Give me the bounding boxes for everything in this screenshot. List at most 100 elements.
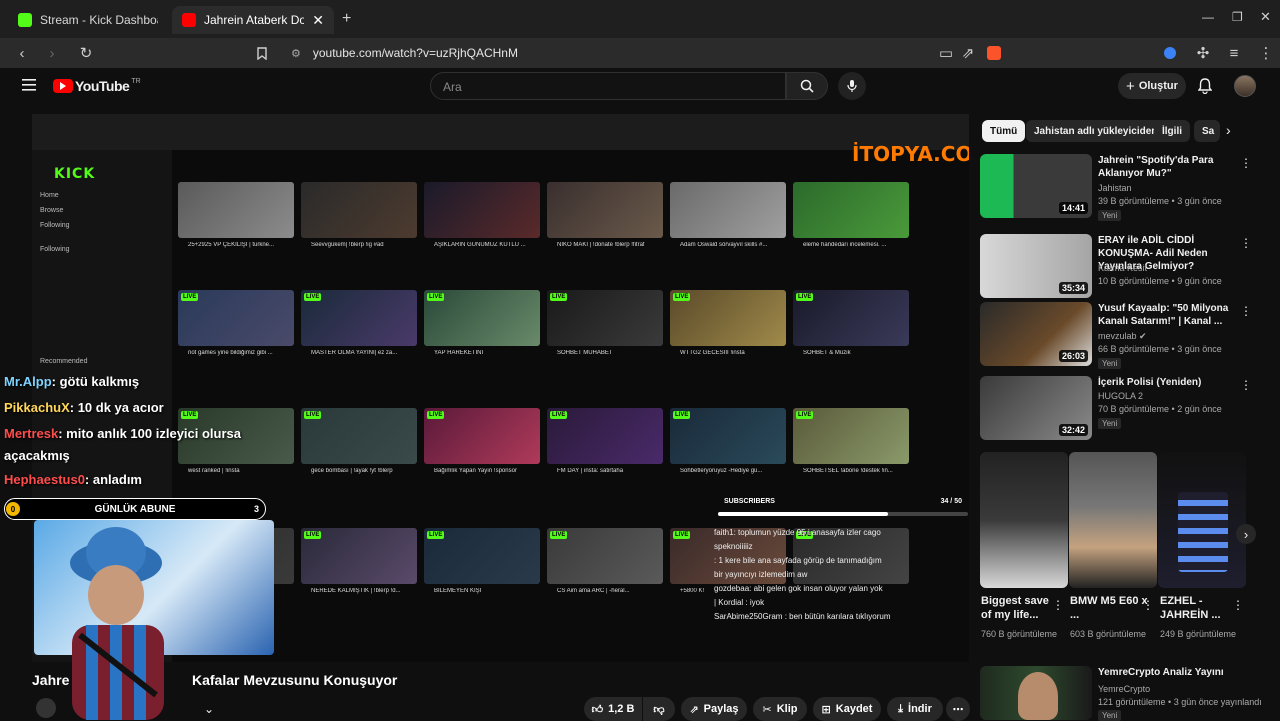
youtube-logo[interactable]: YouTube TR	[53, 78, 141, 94]
stream-card-title[interactable]: BİLEMEYEN KİŞİ	[434, 588, 544, 594]
stream-thumbnail[interactable]: LIVE	[424, 528, 540, 584]
short-menu-icon[interactable]: ⋮	[1142, 598, 1154, 612]
clip-button[interactable]: ✂ Klip	[753, 697, 807, 721]
notifications-icon[interactable]	[1198, 78, 1212, 94]
brave-shield-icon[interactable]	[984, 43, 1004, 63]
short-thumbnail[interactable]	[1158, 452, 1246, 588]
recommendation-menu-icon[interactable]: ⋮	[1240, 236, 1252, 250]
hamburger-menu-icon[interactable]	[22, 79, 36, 91]
stream-card-title[interactable]: SOHBET MUHABET	[557, 350, 667, 356]
minimize-icon[interactable]: —	[1202, 10, 1214, 24]
forward-icon[interactable]: ›	[42, 43, 62, 63]
stream-card-title[interactable]: gece bombası | !ayak !yt !blerp	[311, 468, 421, 474]
recommendation-thumbnail[interactable]: 32:42	[980, 376, 1092, 440]
stream-thumbnail[interactable]: LIVE	[424, 290, 540, 346]
recommendation-title[interactable]: Yusuf Kayaalp: "50 Milyona Kanalı Satarı…	[1098, 302, 1238, 328]
share-page-icon[interactable]: ⇗	[958, 43, 978, 63]
extension-icon[interactable]	[1160, 43, 1180, 63]
like-button[interactable]: 👍︎ 1,2 B	[584, 697, 642, 721]
stream-card-title[interactable]: Adam Oswald sörvayvıl skills #...	[680, 242, 790, 248]
stream-thumbnail[interactable]	[424, 182, 540, 238]
short-menu-icon[interactable]: ⋮	[1232, 598, 1244, 612]
stream-card-title[interactable]: SOHBET & Müzik	[803, 350, 913, 356]
stream-card-title[interactable]: riot games yine bildiğimiz gibi ...	[188, 350, 298, 356]
bookmark-icon[interactable]	[252, 43, 272, 63]
restore-icon[interactable]: ❐	[1232, 10, 1243, 24]
stream-card-title[interactable]: Seevvgükem| !blerp !ig #ad	[311, 242, 421, 248]
stream-thumbnail[interactable]	[793, 182, 909, 238]
close-tab-icon[interactable]: ✕	[312, 12, 324, 29]
short-menu-icon[interactable]: ⋮	[1052, 598, 1064, 612]
more-actions-button[interactable]: ⋯	[946, 697, 970, 721]
short-title[interactable]: BMW M5 E60 x ...	[1070, 594, 1150, 622]
stream-card-title[interactable]: west ranked | !insta	[188, 468, 298, 474]
stream-card-title[interactable]: CS Aim ama ARC | -heral...	[557, 588, 667, 594]
recommendation-channel[interactable]: Jahistan	[1098, 183, 1132, 193]
recommendation-thumbnail[interactable]: 26:03	[980, 302, 1092, 366]
recommendation-channel[interactable]: Karma Kesit	[1098, 263, 1147, 273]
recommendation-menu-icon[interactable]: ⋮	[1240, 156, 1252, 170]
recommendation-item[interactable]: 32:42 İçerik Polisi (Yeniden) HUGOLA 2 70 B…	[980, 376, 1252, 442]
recommendation-thumbnail[interactable]	[980, 666, 1092, 720]
stream-card-title[interactable]: Sohbetleryoruyuz -Hediye gü...	[680, 468, 790, 474]
recommendation-channel[interactable]: mevzulab ✔	[1098, 331, 1147, 342]
recommendation-menu-icon[interactable]: ⋮	[1240, 378, 1252, 392]
chip-all[interactable]: Tümü	[982, 120, 1026, 142]
stream-card-title[interactable]: AŞIKLARIN GÜNÜMÜZ KUTLU ...	[434, 242, 544, 248]
short-thumbnail[interactable]	[980, 452, 1068, 588]
recommendation-item[interactable]: YemreCrypto Analiz Yayını YemreCrypto 12…	[980, 666, 1262, 721]
recommendation-channel[interactable]: HUGOLA 2	[1098, 391, 1143, 401]
search-input[interactable]: Ara	[430, 72, 786, 100]
stream-card-title[interactable]: eleme handedarı incelemesi. ...	[803, 242, 913, 248]
save-button[interactable]: ⊞ Kaydet	[813, 697, 881, 721]
recommendation-thumbnail[interactable]: 14:41	[980, 154, 1092, 218]
stream-thumbnail[interactable]: LIVE	[301, 290, 417, 346]
site-info-icon[interactable]: ⚙	[291, 47, 301, 60]
recommendation-title[interactable]: Jahrein "Spotify'da Para Aklanıyor Mu?"	[1098, 154, 1238, 180]
stream-thumbnail[interactable]: LIVE	[301, 408, 417, 464]
close-window-icon[interactable]: ✕	[1260, 9, 1271, 25]
stream-card-title[interactable]: WTTG2 GECESİİİ !insta	[680, 350, 790, 356]
stream-thumbnail[interactable]: LIVE	[793, 408, 909, 464]
stream-card-title[interactable]: Bağımlık Yapan Yayın !sponsor	[434, 468, 544, 474]
chip-more[interactable]: Sa	[1194, 120, 1220, 142]
stream-thumbnail[interactable]: LIVE	[178, 290, 294, 346]
back-icon[interactable]: ‹	[12, 43, 32, 63]
short-thumbnail[interactable]	[1069, 452, 1157, 588]
stream-card-title[interactable]: MASTER OLMA YAYINI| ez za...	[311, 350, 421, 356]
stream-thumbnail[interactable]	[670, 182, 786, 238]
stream-card-title[interactable]: SOHBETSEL !abone !destek !in...	[803, 468, 913, 474]
stream-card-title[interactable]: NEREDE KALMIŞTIK | !blerp !d...	[311, 588, 421, 594]
recommendation-title[interactable]: İçerik Polisi (Yeniden)	[1098, 376, 1238, 389]
stream-card-title[interactable]: YAP HAREKETİNİ	[434, 350, 544, 356]
stream-thumbnail[interactable]: LIVE	[547, 528, 663, 584]
stream-thumbnail[interactable]	[547, 182, 663, 238]
chip-related[interactable]: İlgili	[1154, 120, 1190, 142]
stream-thumbnail[interactable]: LIVE	[424, 408, 540, 464]
stream-thumbnail[interactable]: LIVE	[670, 408, 786, 464]
recommendation-item[interactable]: 26:03 Yusuf Kayaalp: "50 Milyona Kanalı S…	[980, 302, 1252, 369]
stream-thumbnail[interactable]	[178, 182, 294, 238]
chevron-right-icon[interactable]: ›	[1226, 122, 1231, 138]
extensions-puzzle-icon[interactable]: ✣	[1193, 43, 1213, 63]
create-button[interactable]: + Oluştur	[1118, 73, 1186, 99]
stream-thumbnail[interactable]: LIVE	[547, 290, 663, 346]
share-button[interactable]: ⇗ Paylaş	[681, 697, 747, 721]
stream-card-title[interactable]: FM DAY | insta: satirtaha	[557, 468, 667, 474]
stream-card-title[interactable]: NİKO MAKİ | !donate !blerp !fitraf	[557, 242, 667, 248]
address-field[interactable]: ⚙ youtube.com/watch?v=uzRjhQACHnM	[285, 41, 1005, 65]
recommendation-title[interactable]: YemreCrypto Analiz Yayını	[1098, 666, 1238, 679]
new-tab-icon[interactable]: +	[342, 10, 351, 28]
cast-icon[interactable]: ▭	[936, 43, 956, 63]
short-title[interactable]: EZHEL - JAHREİN ...	[1160, 594, 1240, 622]
stream-thumbnail[interactable]: LIVE	[793, 290, 909, 346]
recommendation-item[interactable]: 14:41 Jahrein "Spotify'da Para Aklanıyor …	[980, 154, 1252, 221]
recommendation-channel[interactable]: YemreCrypto	[1098, 684, 1150, 694]
download-button[interactable]: ⤓ İndir	[887, 697, 943, 721]
recommendation-menu-icon[interactable]: ⋮	[1240, 304, 1252, 318]
voice-search-button[interactable]	[838, 72, 866, 100]
recommendation-item[interactable]: 35:34 ERAY ile ADİL CİDDİ KONUŞMA- Adil N…	[980, 234, 1252, 300]
search-button[interactable]	[786, 72, 828, 100]
tab-kick-dashboard[interactable]: Stream - Kick Dashboard	[8, 6, 168, 34]
short-title[interactable]: Biggest save of my life...	[981, 594, 1061, 622]
